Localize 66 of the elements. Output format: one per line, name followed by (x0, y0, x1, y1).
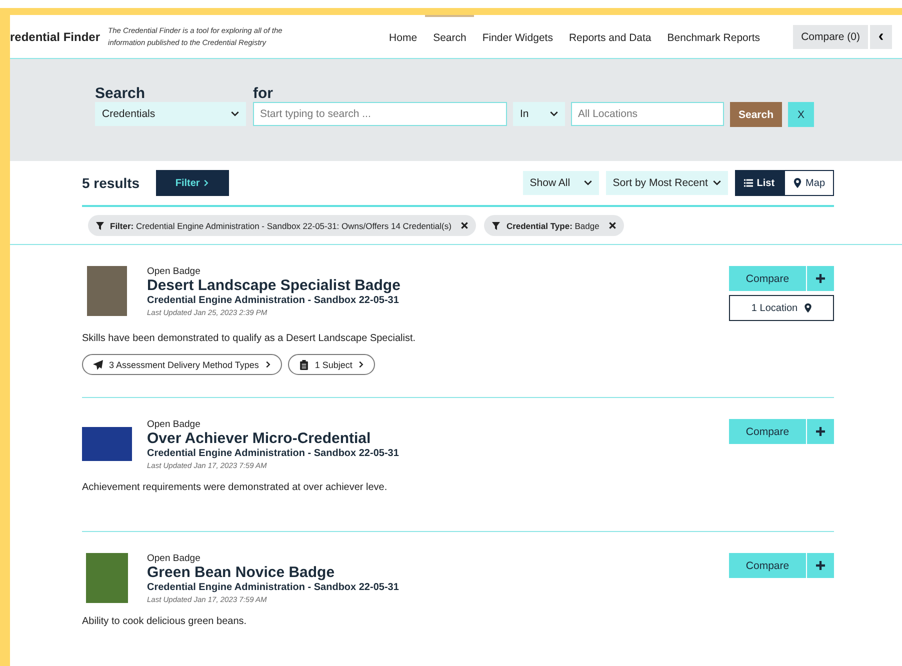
credential-type: Open Badge (147, 266, 202, 277)
plus-icon (816, 274, 825, 283)
view-toggle[interactable]: List (734, 170, 784, 196)
paper-plane-icon (93, 360, 103, 370)
chevron-icon (264, 360, 271, 369)
filter-text: Filter: Credential Engine Administration - Sandbox 22-05-31: Owns/Offers 14 Credential(s) (110, 220, 452, 230)
add-button[interactable] (807, 553, 834, 578)
search-heading: Search (95, 85, 146, 102)
search-field[interactable]: Start typing to search ... (253, 102, 507, 126)
photo-placeholder (82, 427, 132, 461)
view-toggle[interactable]: Map (784, 170, 834, 196)
photo-placeholder (86, 553, 128, 603)
credential-type: Open Badge (147, 553, 202, 564)
detail-pill[interactable]: 1 Subject (288, 354, 376, 375)
funnel-icon (492, 222, 500, 230)
credential-type: Open Badge (147, 419, 202, 430)
sort-dropdown[interactable]: Sort by Most Recent (606, 171, 728, 195)
plus-icon (816, 427, 825, 436)
pin-icon (792, 178, 802, 188)
credential-description: Skills have been demonstrated to qualify as a Desert Landscape Specialist. (82, 333, 417, 344)
show-dropdown[interactable]: Show All (522, 171, 599, 195)
collapse-button[interactable]: ‹ (870, 24, 892, 48)
nav-link[interactable]: Home (381, 15, 426, 58)
compare-button[interactable]: Compare (729, 419, 806, 444)
clear-button[interactable]: X (788, 102, 814, 127)
funnel-icon (96, 222, 104, 230)
caret-icon (550, 110, 558, 118)
chevron-icon (358, 360, 364, 369)
chevron-icon (202, 179, 209, 187)
organization-name[interactable]: Credential Engine Administration - Sandbox 22-05-31 (147, 295, 729, 306)
in-dropdown[interactable]: In (513, 102, 565, 126)
list-icon (744, 178, 753, 188)
organization-name[interactable]: Credential Engine Administration - Sandbox 22-05-31 (147, 582, 729, 593)
clipboard-icon (298, 360, 309, 370)
results-count: 5 results (82, 175, 140, 191)
compare-button[interactable]: Compare (729, 553, 806, 578)
credential-description: Ability to cook delicious green beans. (82, 616, 248, 627)
add-button[interactable] (807, 266, 834, 291)
close-icon (609, 222, 616, 229)
credential-title[interactable]: Over Achiever Micro-Credential (147, 430, 729, 448)
caret-icon (231, 110, 239, 118)
filter-text: Credential Type: Badge (506, 220, 600, 230)
nav-link[interactable]: Reports and Data (560, 15, 660, 58)
nav-link[interactable]: Benchmark Reports (659, 15, 768, 58)
location-field[interactable]: All Locations (571, 102, 724, 126)
compare-button[interactable]: Compare (0) (793, 24, 868, 48)
nav-link[interactable]: Finder Widgets (474, 15, 561, 58)
site-title[interactable]: redential Finder (10, 30, 100, 44)
plus-icon (816, 561, 825, 570)
caret-icon (584, 179, 592, 187)
filter-button[interactable]: Filter (156, 170, 229, 196)
location-button[interactable]: 1 Location (729, 295, 834, 321)
organization-name[interactable]: Credential Engine Administration - Sandbox 22-05-31 (147, 448, 729, 459)
detail-pill[interactable]: 3 Assessment Delivery Method Types (82, 354, 282, 375)
credential-description: Achievement requirements were demonstrated at over achiever leve. (82, 482, 388, 493)
credential-title[interactable]: Desert Landscape Specialist Badge (147, 277, 729, 295)
type-dropdown[interactable]: Credentials (95, 102, 246, 126)
close-icon (461, 222, 468, 229)
search-button[interactable]: Search (730, 102, 782, 127)
add-button[interactable] (807, 419, 834, 444)
pin-icon (804, 303, 812, 313)
caret-icon (712, 179, 721, 187)
credential-title[interactable]: Green Bean Novice Badge (147, 564, 729, 582)
for-label: for (253, 85, 274, 102)
photo-placeholder (87, 266, 127, 316)
compare-button[interactable]: Compare (729, 266, 806, 291)
